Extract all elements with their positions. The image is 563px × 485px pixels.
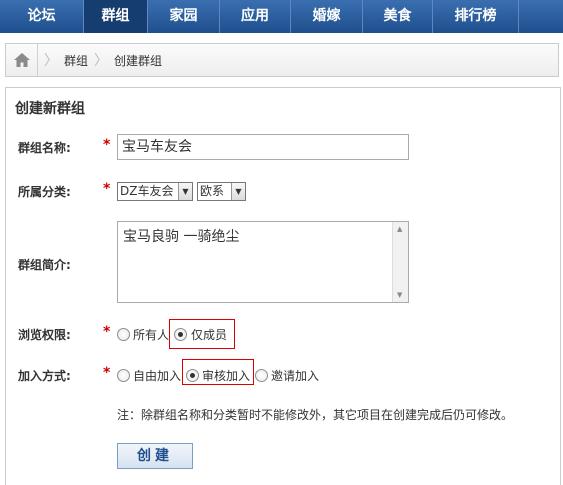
- category-select-value: DZ车友会: [120, 184, 174, 198]
- textarea-scrollbar[interactable]: ▲ ▼: [392, 222, 408, 302]
- join-free-radio[interactable]: [117, 369, 130, 382]
- browse-all-label[interactable]: 所有人: [133, 326, 169, 343]
- scroll-down-icon[interactable]: ▼: [397, 291, 402, 299]
- breadcrumb: 〉 群组 〉 创建群组: [5, 43, 559, 77]
- create-group-form: 创建新群组 群组名称: * 宝马车友会 所属分类: * DZ车友会 ▼ 欧系 ▼…: [5, 87, 561, 485]
- required-mark: *: [103, 181, 111, 197]
- join-review-radio[interactable]: [186, 369, 199, 382]
- scroll-up-icon[interactable]: ▲: [397, 225, 402, 233]
- form-note: 注：除群组名称和分类暂时不能修改外，其它项目在创建完成后仍可修改。: [117, 408, 514, 422]
- join-invite-radio[interactable]: [255, 369, 268, 382]
- breadcrumb-separator: 〉: [94, 53, 109, 69]
- breadcrumb-groups[interactable]: 群组: [64, 52, 88, 69]
- home-icon[interactable]: [6, 44, 38, 76]
- join-free-label[interactable]: 自由加入: [133, 367, 181, 384]
- browse-members-radio[interactable]: [174, 328, 187, 341]
- join-invite-label[interactable]: 邀请加入: [271, 367, 319, 384]
- subcategory-select-value: 欧系: [200, 184, 225, 198]
- browse-all-radio[interactable]: [117, 328, 130, 341]
- required-mark: *: [103, 137, 111, 153]
- join-method-label: 加入方式:: [18, 369, 71, 383]
- subcategory-select[interactable]: 欧系 ▼: [197, 182, 246, 201]
- breadcrumb-separator: 〉: [44, 53, 58, 69]
- nav-filler: [519, 0, 563, 33]
- chevron-down-icon: ▼: [178, 183, 192, 200]
- nav-item-ranking[interactable]: 排行榜: [433, 0, 519, 33]
- group-intro-textarea[interactable]: 宝马良驹 一骑绝尘 ▲ ▼: [117, 221, 409, 303]
- category-select[interactable]: DZ车友会 ▼: [117, 182, 193, 201]
- nav-item-wedding[interactable]: 婚嫁: [291, 0, 363, 33]
- nav-item-home[interactable]: 家园: [148, 0, 220, 33]
- nav-item-groups[interactable]: 群组: [84, 0, 148, 33]
- nav-item-food[interactable]: 美食: [363, 0, 433, 33]
- form-title: 创建新群组: [15, 101, 85, 117]
- top-nav: 论坛 群组 家园 应用 婚嫁 美食 排行榜: [0, 0, 563, 33]
- browse-permission-label: 浏览权限:: [18, 328, 71, 342]
- group-name-label: 群组名称:: [18, 141, 71, 155]
- group-intro-text: 宝马良驹 一骑绝尘: [123, 229, 240, 245]
- create-button[interactable]: 创建: [117, 443, 193, 469]
- required-mark: *: [103, 365, 111, 381]
- nav-item-apps[interactable]: 应用: [220, 0, 291, 33]
- browse-members-label[interactable]: 仅成员: [191, 326, 227, 343]
- nav-item-forum[interactable]: 论坛: [0, 0, 84, 33]
- required-mark: *: [103, 324, 111, 340]
- intro-label: 群组简介:: [18, 258, 71, 272]
- category-label: 所属分类:: [18, 185, 71, 199]
- join-review-label[interactable]: 审核加入: [202, 367, 250, 384]
- breadcrumb-create-group: 创建群组: [114, 53, 163, 68]
- group-name-input[interactable]: 宝马车友会: [117, 134, 409, 160]
- chevron-down-icon: ▼: [231, 183, 245, 200]
